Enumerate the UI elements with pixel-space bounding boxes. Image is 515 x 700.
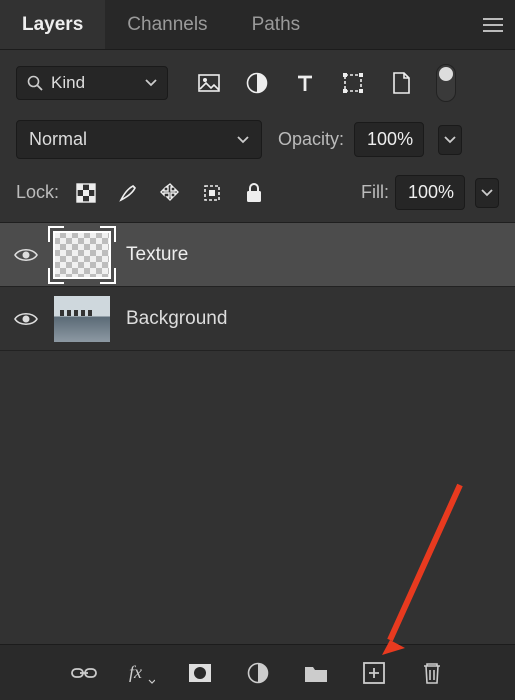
- layer-row[interactable]: Background: [0, 287, 515, 351]
- adjustment-layer-icon[interactable]: [244, 659, 272, 687]
- lock-transparency-icon[interactable]: [73, 180, 99, 206]
- filter-row: Kind: [0, 50, 515, 110]
- group-icon[interactable]: [302, 659, 330, 687]
- svg-text:fx: fx: [129, 662, 142, 682]
- layer-name[interactable]: Texture: [126, 244, 188, 266]
- filter-kind-label: Kind: [51, 73, 85, 93]
- blend-mode-dropdown[interactable]: Normal: [16, 120, 262, 159]
- blend-row: Normal Opacity: 100%: [0, 110, 515, 167]
- fill-label: Fill:: [361, 182, 389, 203]
- search-icon: [27, 75, 43, 91]
- filter-toggle[interactable]: [436, 64, 456, 102]
- layer-thumbnail[interactable]: [54, 296, 110, 342]
- tab-layers[interactable]: Layers: [0, 0, 105, 49]
- delete-layer-icon[interactable]: [418, 659, 446, 687]
- lock-row: Lock: Fill: 100%: [0, 167, 515, 222]
- filter-pixel-icon[interactable]: [196, 70, 222, 96]
- tab-paths[interactable]: Paths: [230, 0, 323, 49]
- opacity-input[interactable]: 100%: [354, 122, 424, 157]
- filter-kind-dropdown[interactable]: Kind: [16, 66, 168, 100]
- visibility-toggle[interactable]: [14, 307, 38, 331]
- lock-label: Lock:: [16, 182, 59, 203]
- lock-artboard-icon[interactable]: [199, 180, 225, 206]
- layer-list: Texture Background: [0, 222, 515, 644]
- chevron-down-icon: [145, 79, 157, 87]
- bottom-toolbar: fx: [0, 644, 515, 700]
- opacity-label: Opacity:: [278, 129, 344, 150]
- fill-input[interactable]: 100%: [395, 175, 465, 210]
- fill-value: 100%: [408, 182, 454, 203]
- lock-pixels-icon[interactable]: [115, 180, 141, 206]
- filter-type-icon[interactable]: [292, 70, 318, 96]
- tab-bar: Layers Channels Paths: [0, 0, 515, 50]
- layer-thumbnail[interactable]: [54, 232, 110, 278]
- fill-stepper[interactable]: [475, 178, 499, 208]
- lock-all-icon[interactable]: [241, 180, 267, 206]
- filter-shape-icon[interactable]: [340, 70, 366, 96]
- layer-mask-icon[interactable]: [186, 659, 214, 687]
- layer-row[interactable]: Texture: [0, 223, 515, 287]
- panel-menu-icon[interactable]: [483, 18, 503, 32]
- opacity-stepper[interactable]: [438, 125, 462, 155]
- layer-style-icon[interactable]: fx: [128, 659, 156, 687]
- visibility-toggle[interactable]: [14, 243, 38, 267]
- layer-name[interactable]: Background: [126, 308, 227, 330]
- new-layer-icon[interactable]: [360, 659, 388, 687]
- link-layers-icon[interactable]: [70, 659, 98, 687]
- filter-smartobject-icon[interactable]: [388, 70, 414, 96]
- lock-position-icon[interactable]: [157, 180, 183, 206]
- blend-mode-label: Normal: [29, 129, 87, 150]
- opacity-value: 100%: [367, 129, 413, 150]
- filter-adjustment-icon[interactable]: [244, 70, 270, 96]
- tab-channels[interactable]: Channels: [105, 0, 229, 49]
- chevron-down-icon: [237, 136, 249, 144]
- layers-panel: Layers Channels Paths Kind: [0, 0, 515, 700]
- filter-type-icons: [196, 70, 414, 96]
